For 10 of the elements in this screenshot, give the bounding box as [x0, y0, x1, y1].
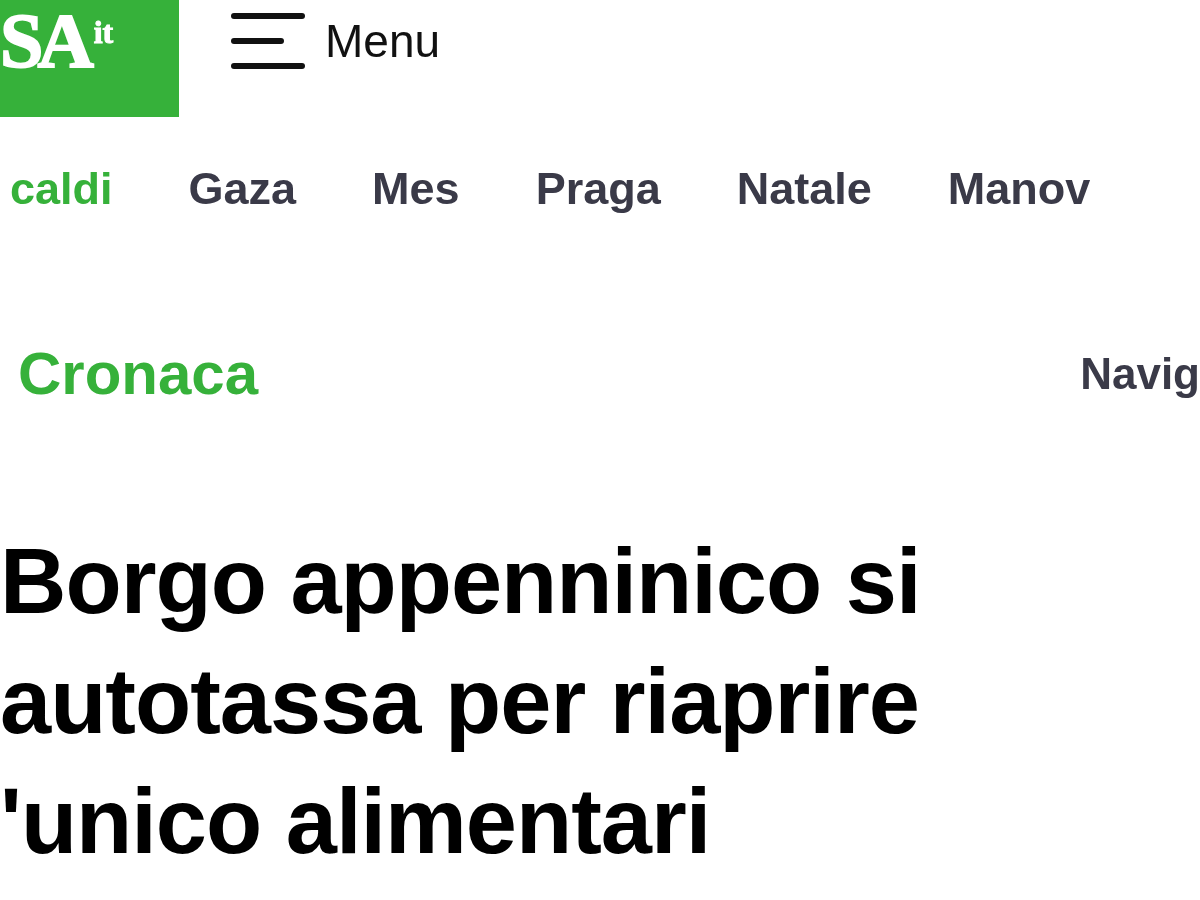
navigation-link[interactable]: Navig: [1080, 349, 1200, 399]
topic-link[interactable]: Gaza: [188, 159, 297, 219]
topics-heading: caldi: [10, 162, 113, 216]
topic-link[interactable]: Natale: [736, 159, 872, 219]
topic-link[interactable]: Praga: [535, 159, 661, 219]
menu-button[interactable]: Menu: [231, 12, 441, 70]
menu-icon: [231, 12, 305, 70]
topic-link[interactable]: Mes: [372, 159, 460, 219]
article-headline: Borgo appenninico si autotassa per riaprire 'unico alimentari: [0, 529, 922, 874]
topic-link[interactable]: Manov: [947, 159, 1091, 219]
